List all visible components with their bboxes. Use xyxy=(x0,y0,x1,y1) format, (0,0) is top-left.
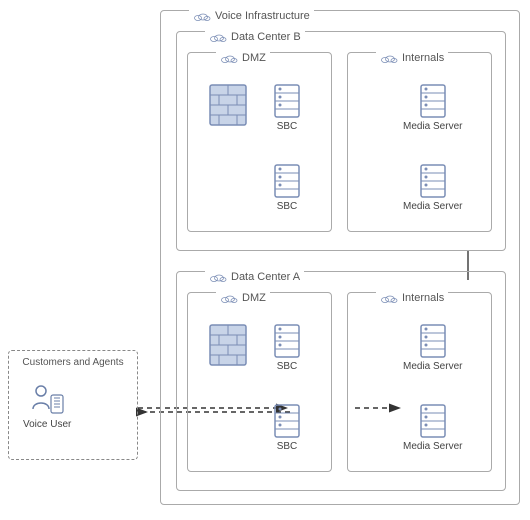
voice-infrastructure-label: Voice Infrastructure xyxy=(189,10,314,22)
sbc-a2-label: SBC xyxy=(277,441,298,452)
media-server-b1-label: Media Server xyxy=(403,121,462,132)
cloud-icon-voice-infra xyxy=(193,10,211,22)
media-server-b2-node: Media Server xyxy=(403,163,462,212)
internals-a-box: Internals Media Server xyxy=(347,292,492,472)
cloud-icon-internals-a xyxy=(380,292,398,304)
voice-infrastructure-title: Voice Infrastructure xyxy=(215,10,310,22)
firewall-b-icon xyxy=(208,83,248,129)
internals-b-box: Internals Media Server xyxy=(347,52,492,232)
customers-label: Customers and Agents xyxy=(9,357,137,368)
media-server-b2-label: Media Server xyxy=(403,201,462,212)
internals-a-title: Internals xyxy=(402,292,444,304)
sbc-a1-icon xyxy=(273,323,301,359)
data-center-b-title: Data Center B xyxy=(231,31,301,43)
cloud-icon-dcb xyxy=(209,31,227,43)
sbc-b2-label: SBC xyxy=(277,201,298,212)
cloud-icon-dmz-b xyxy=(220,52,238,64)
data-center-a-label: Data Center A xyxy=(205,271,304,283)
dmz-b-label: DMZ xyxy=(216,52,270,64)
media-server-a2-icon xyxy=(419,403,447,439)
sbc-b1-node: SBC xyxy=(273,83,301,132)
sbc-b1-label: SBC xyxy=(277,121,298,132)
firewall-a-node xyxy=(208,323,248,369)
internals-a-label: Internals xyxy=(376,292,448,304)
sbc-a1-node: SBC xyxy=(273,323,301,372)
internals-b-title: Internals xyxy=(402,52,444,64)
media-server-b1-icon xyxy=(419,83,447,119)
data-center-a-title: Data Center A xyxy=(231,271,300,283)
data-center-b-box: Data Center B DMZ xyxy=(176,31,506,251)
firewall-a-icon xyxy=(208,323,248,369)
voice-infrastructure-box: Voice Infrastructure Data Center B xyxy=(160,10,520,505)
cloud-icon-internals-b xyxy=(380,52,398,64)
dmz-a-label: DMZ xyxy=(216,292,270,304)
data-center-a-box: Data Center A DMZ xyxy=(176,271,506,491)
dmz-b-title: DMZ xyxy=(242,52,266,64)
media-server-b2-icon xyxy=(419,163,447,199)
dmz-a-box: DMZ xyxy=(187,292,332,472)
media-server-a1-icon xyxy=(419,323,447,359)
dmz-b-box: DMZ xyxy=(187,52,332,232)
media-server-a1-node: Media Server xyxy=(403,323,462,372)
media-server-b1-node: Media Server xyxy=(403,83,462,132)
data-center-b-label: Data Center B xyxy=(205,31,305,43)
sbc-a1-label: SBC xyxy=(277,361,298,372)
media-server-a1-label: Media Server xyxy=(403,361,462,372)
voice-user-icon xyxy=(29,381,65,417)
sbc-b1-icon xyxy=(273,83,301,119)
media-server-a2-label: Media Server xyxy=(403,441,462,452)
cloud-icon-dmz-a xyxy=(220,292,238,304)
firewall-b-node xyxy=(208,83,248,129)
sbc-a2-node: SBC xyxy=(273,403,301,452)
media-server-a2-node: Media Server xyxy=(403,403,462,452)
cloud-icon-dca xyxy=(209,271,227,283)
sbc-b2-icon xyxy=(273,163,301,199)
internals-b-label: Internals xyxy=(376,52,448,64)
diagram-container: Customers and Agents Voice User xyxy=(0,0,530,520)
voice-user-node: Voice User xyxy=(23,381,71,430)
voice-user-label: Voice User xyxy=(23,419,71,430)
customers-agents-box: Customers and Agents Voice User xyxy=(8,350,138,460)
sbc-a2-icon xyxy=(273,403,301,439)
sbc-b2-node: SBC xyxy=(273,163,301,212)
dmz-a-title: DMZ xyxy=(242,292,266,304)
